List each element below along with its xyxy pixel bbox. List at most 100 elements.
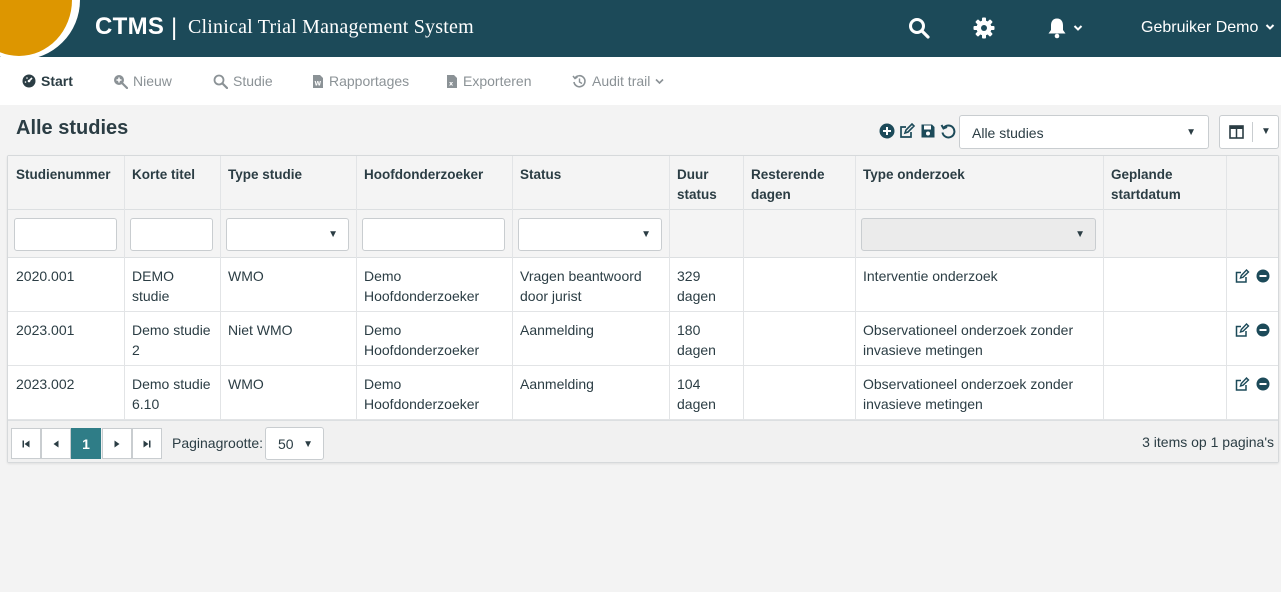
reset-view-icon[interactable] xyxy=(939,122,956,139)
first-page-icon[interactable] xyxy=(11,428,41,459)
cell-duur-status: 104 dagen xyxy=(677,376,716,412)
cell-studienummer: 2020.001 xyxy=(16,268,75,284)
caret-down-icon: ▼ xyxy=(1075,229,1085,240)
dashboard-icon xyxy=(22,74,36,88)
column-chooser-button[interactable]: ▼ xyxy=(1219,115,1279,149)
bell-icon[interactable] xyxy=(1043,14,1071,42)
nav-rapportages-label: Rapportages xyxy=(329,73,410,89)
remove-row-icon[interactable] xyxy=(1255,376,1270,391)
nav-start-label: Start xyxy=(41,73,73,89)
cell-type-studie: WMO xyxy=(228,268,264,284)
chevron-down-icon xyxy=(655,78,664,84)
cell-korte-titel: DEMO studie xyxy=(132,268,174,304)
filter-korte-titel-input[interactable] xyxy=(130,218,213,251)
filter-status-select[interactable]: ▼ xyxy=(518,218,662,251)
table-row[interactable]: 2020.001 DEMO studie WMO Demo Hoofdonderzo… xyxy=(8,258,1278,312)
nav-studie-label: Studie xyxy=(233,73,273,89)
edit-row-icon[interactable] xyxy=(1235,322,1250,337)
pager: 1 Paginagrootte: 50 ▼ 3 items op 1 pagin… xyxy=(8,420,1278,462)
cell-korte-titel: Demo studie 6.10 xyxy=(132,376,211,412)
header-resterende-dagen[interactable]: Resterende dagen xyxy=(751,165,825,205)
top-bar: CTMS | Clinical Trial Management System … xyxy=(0,0,1281,60)
cell-hoofdonderzoeker: Demo Hoofdonderzoeker xyxy=(364,268,480,304)
cell-duur-status: 329 dagen xyxy=(677,268,716,304)
cell-type-studie: WMO xyxy=(228,376,264,392)
table-row[interactable]: 2023.001 Demo studie 2 Niet WMO Demo Hoofd… xyxy=(8,312,1278,366)
page-button-1[interactable]: 1 xyxy=(71,428,101,459)
cell-status: Aanmelding xyxy=(520,322,594,338)
filter-type-onderzoek-select[interactable]: ▼ xyxy=(861,218,1096,251)
header-type-onderzoek[interactable]: Type onderzoek xyxy=(863,165,965,185)
page-title: Alle studies xyxy=(16,117,129,139)
last-page-icon[interactable] xyxy=(132,428,162,459)
brand-separator: | xyxy=(171,14,178,41)
page-size-label: Paginagrootte: xyxy=(172,435,264,451)
studies-grid: Studienummer Korte titel Type studie Hoo… xyxy=(7,155,1279,463)
header-hoofdonderzoeker[interactable]: Hoofdonderzoeker xyxy=(364,165,483,185)
nav-rapportages[interactable]: W Rapportages xyxy=(312,73,409,89)
next-page-icon[interactable] xyxy=(102,428,132,459)
columns-icon xyxy=(1229,125,1244,139)
cell-type-onderzoek: Interventie onderzoek xyxy=(863,268,998,284)
edit-view-icon[interactable] xyxy=(899,122,916,139)
header-type-studie[interactable]: Type studie xyxy=(228,165,302,185)
divider xyxy=(1252,122,1253,142)
logo-mark[interactable] xyxy=(0,0,72,56)
cell-type-onderzoek: Observationeel onderzoek zonder invasieve… xyxy=(863,376,1074,412)
nav-nieuw-label: Nieuw xyxy=(133,73,172,89)
previous-page-icon[interactable] xyxy=(41,428,71,459)
search-icon[interactable] xyxy=(905,14,933,42)
word-file-icon: W xyxy=(313,74,323,88)
edit-row-icon[interactable] xyxy=(1235,268,1250,283)
table-header-row xyxy=(8,156,1278,210)
nav-start[interactable]: Start xyxy=(22,73,73,89)
cell-type-studie: Niet WMO xyxy=(228,322,293,338)
edit-row-icon[interactable] xyxy=(1235,376,1250,391)
header-korte-titel[interactable]: Korte titel xyxy=(132,165,195,185)
cell-hoofdonderzoeker: Demo Hoofdonderzoeker xyxy=(364,322,480,358)
caret-down-icon: ▼ xyxy=(1186,127,1196,138)
cell-hoofdonderzoeker: Demo Hoofdonderzoeker xyxy=(364,376,480,412)
table-row[interactable]: 2023.002 Demo studie 6.10 WMO Demo Hoofdon… xyxy=(8,366,1278,420)
user-menu[interactable]: Gebruiker Demo xyxy=(1141,19,1258,37)
nav-nieuw[interactable]: Nieuw xyxy=(113,73,172,89)
header-duur-status[interactable]: Duur status xyxy=(677,165,717,205)
view-select-value: Alle studies xyxy=(972,125,1044,141)
cell-status: Vragen beantwoord door jurist xyxy=(520,268,642,304)
search-plus-icon xyxy=(114,74,128,89)
add-view-icon[interactable] xyxy=(878,122,895,139)
pager-info: 3 items op 1 pagina's xyxy=(1142,434,1274,450)
caret-down-icon: ▼ xyxy=(303,439,313,450)
nav-studie[interactable]: Studie xyxy=(213,73,273,89)
excel-file-icon: x xyxy=(447,74,457,88)
caret-down-icon[interactable]: ▼ xyxy=(1261,126,1271,137)
user-chevron-down-icon[interactable] xyxy=(1265,20,1275,34)
main-nav: Start Nieuw Studie W Rapportages x Expor… xyxy=(0,57,1281,105)
notifications-chevron-down-icon[interactable] xyxy=(1070,14,1086,42)
remove-row-icon[interactable] xyxy=(1255,268,1270,283)
nav-audit-trail[interactable]: Audit trail xyxy=(572,73,664,89)
brand-name[interactable]: CTMS xyxy=(95,13,164,41)
caret-down-icon: ▼ xyxy=(328,229,338,240)
view-select[interactable]: Alle studies ▼ xyxy=(959,115,1209,149)
remove-row-icon[interactable] xyxy=(1255,322,1270,337)
search-icon xyxy=(213,74,228,89)
filter-studienummer-input[interactable] xyxy=(14,218,117,251)
nav-exporteren-label: Exporteren xyxy=(463,73,532,89)
filter-hoofdonderzoeker-input[interactable] xyxy=(362,218,505,251)
filter-type-studie-select[interactable]: ▼ xyxy=(226,218,349,251)
gear-icon[interactable] xyxy=(970,14,998,42)
nav-exporteren[interactable]: x Exporteren xyxy=(446,73,531,89)
brand-subtitle: Clinical Trial Management System xyxy=(188,16,474,38)
cell-type-onderzoek: Observationeel onderzoek zonder invasieve… xyxy=(863,322,1074,358)
cell-studienummer: 2023.001 xyxy=(16,322,75,338)
svg-text:W: W xyxy=(315,80,322,87)
caret-down-icon: ▼ xyxy=(641,229,651,240)
cell-studienummer: 2023.002 xyxy=(16,376,75,392)
header-geplande-startdatum[interactable]: Geplande startdatum xyxy=(1111,165,1181,205)
header-status[interactable]: Status xyxy=(520,165,561,185)
page-size-select[interactable]: 50 ▼ xyxy=(265,427,324,460)
header-studienummer[interactable]: Studienummer xyxy=(16,165,111,185)
save-view-icon[interactable] xyxy=(919,122,936,139)
cell-status: Aanmelding xyxy=(520,376,594,392)
